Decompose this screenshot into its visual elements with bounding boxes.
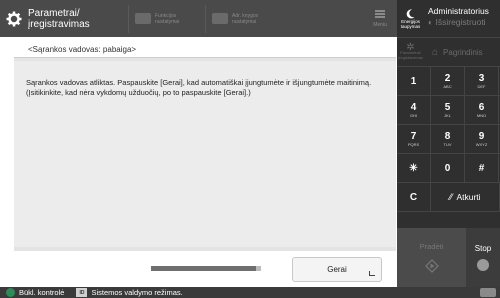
key-5[interactable]: 5 JKL	[431, 96, 465, 124]
key-5-sub: JKL	[444, 113, 451, 118]
moon-icon	[406, 8, 415, 18]
panel-settings-button[interactable]: ✲ Parametrai/ įregistravimas	[397, 38, 424, 66]
function-settings-label: Funkcijos nustatymai	[155, 12, 180, 25]
dialog-title: <Sąrankos vadovas: pabaiga>	[14, 41, 396, 58]
status-monitor-label: Bükl. kontrolė	[19, 288, 65, 297]
menu-icon	[375, 9, 385, 18]
top-bar: Parametrai/ įregistravimas Funkcijos nus…	[0, 0, 397, 37]
numeric-keypad: 1 2 ABC 3 DEF 4 GHI 5 JKL 6 MNO 7 PQRS 8 TUV 9W…	[397, 67, 500, 212]
key-3-label: 3	[478, 73, 485, 84]
key-star-label: ✳	[409, 162, 418, 174]
reset-button[interactable]: ⁄⁄ Atkurti	[431, 183, 500, 211]
clear-key-label: C	[409, 191, 418, 203]
key-2[interactable]: 2 ABC	[431, 67, 465, 95]
stop-icon	[477, 259, 489, 271]
key-7[interactable]: 7 PQRS	[397, 125, 431, 153]
id-badge-icon: ID	[76, 288, 88, 297]
logout-icon: ◐	[428, 17, 436, 27]
status-bar: Bükl. kontrolė ID Sistemos valdymo režim…	[0, 287, 500, 298]
key-5-label: 5	[444, 102, 451, 113]
address-book-icon	[212, 13, 228, 24]
key-8-sub: TUV	[443, 142, 452, 147]
progress-bar-fill	[151, 266, 256, 271]
ok-button[interactable]: Gerai	[292, 257, 382, 282]
key-3[interactable]: 3 DEF	[465, 67, 499, 95]
address-book-settings-button[interactable]: Adr. knygos nustatymai	[205, 4, 282, 33]
key-2-sub: ABC	[443, 84, 452, 89]
progress-bar	[151, 266, 261, 271]
key-4-sub: GHI	[409, 113, 418, 118]
key-star[interactable]: ✳	[397, 154, 431, 182]
control-panel: Energijos taupymas Administratorius ◐ Iš…	[397, 0, 500, 287]
key-1[interactable]: 1	[397, 67, 431, 95]
start-button[interactable]: Pradėti	[397, 228, 466, 287]
clear-key[interactable]: C	[397, 183, 431, 211]
stop-label: Stop	[474, 244, 492, 253]
key-7-label: 7	[410, 131, 417, 142]
home-icon: ⌂	[432, 46, 439, 58]
key-1-label: 1	[410, 75, 417, 87]
menu-button[interactable]: Meniu	[363, 0, 397, 37]
status-monitor-button[interactable]: Bükl. kontrolė	[0, 287, 70, 298]
panel-settings-label-2: įregistravimas	[398, 54, 423, 60]
key-2-label: 2	[444, 73, 451, 84]
dialog-footer: Gerai	[14, 251, 396, 287]
page-title-line2: įregistravimas	[28, 18, 90, 30]
dialog-message: Sąrankos vadovas atliktas. Paspauskite […	[26, 78, 372, 97]
menu-label: Meniu	[373, 21, 387, 28]
settings-gear-icon[interactable]	[0, 0, 28, 37]
key-7-sub: PQRS	[407, 142, 420, 147]
function-settings-button[interactable]: Funkcijos nustatymai	[128, 4, 205, 33]
key-9-label: 9	[478, 131, 485, 142]
home-label: Pagrindinis	[443, 47, 483, 57]
dialog-message-area: Sąrankos vadovas atliktas. Paspauskite […	[14, 61, 396, 247]
enter-icon	[369, 271, 375, 276]
start-icon	[424, 259, 439, 273]
setup-guide-dialog: <Sąrankos vadovas: pabaiga> Sąrankos vad…	[14, 41, 396, 287]
key-6-sub: MNO	[476, 113, 487, 118]
key-0-label: 0	[444, 162, 451, 174]
page-title: Parametrai/ įregistravimas	[28, 8, 128, 30]
page-title-line1: Parametrai/	[28, 7, 80, 19]
key-4-label: 4	[410, 102, 417, 113]
key-3-sub: DEF	[477, 84, 486, 89]
reset-label: Atkurti	[456, 192, 481, 202]
user-info: Administratorius ◐ Išsiregistruoti	[424, 0, 500, 37]
logout-button[interactable]: ◐ Išsiregistruoti	[428, 17, 500, 28]
home-button[interactable]: ⌂ Pagrindinis	[424, 38, 500, 66]
admin-name: Administratorius	[428, 6, 489, 16]
logout-label: Išsiregistruoti	[435, 17, 486, 27]
stop-button[interactable]: Stop	[466, 228, 500, 287]
start-label: Pradėti	[419, 242, 444, 251]
key-6-label: 6	[478, 102, 485, 113]
key-9[interactable]: 9 WXYZ	[465, 125, 499, 153]
key-8-label: 8	[444, 131, 451, 142]
function-settings-icon	[135, 13, 151, 24]
key-6[interactable]: 6 MNO	[465, 96, 499, 124]
ok-button-label: Gerai	[327, 265, 347, 274]
system-mode-label: Sistemos valdymo režimas.	[91, 288, 183, 297]
key-9-sub: WXYZ	[475, 142, 488, 147]
key-hash[interactable]: #	[465, 154, 499, 182]
key-8[interactable]: 8 TUV	[431, 125, 465, 153]
key-hash-label: #	[478, 162, 485, 174]
address-book-settings-label: Adr. knygos nustatymai	[232, 12, 259, 25]
counter-icon[interactable]	[480, 288, 496, 297]
status-monitor-icon	[6, 288, 15, 297]
energy-saver-button[interactable]: Energijos taupymas	[397, 0, 424, 37]
key-4[interactable]: 4 GHI	[397, 96, 431, 124]
key-0[interactable]: 0	[431, 154, 465, 182]
reset-icon: ⁄⁄	[449, 192, 453, 202]
system-mode-indicator: ID Sistemos valdymo režimas.	[70, 287, 188, 298]
energy-saver-label-2: taupymas	[400, 23, 421, 29]
